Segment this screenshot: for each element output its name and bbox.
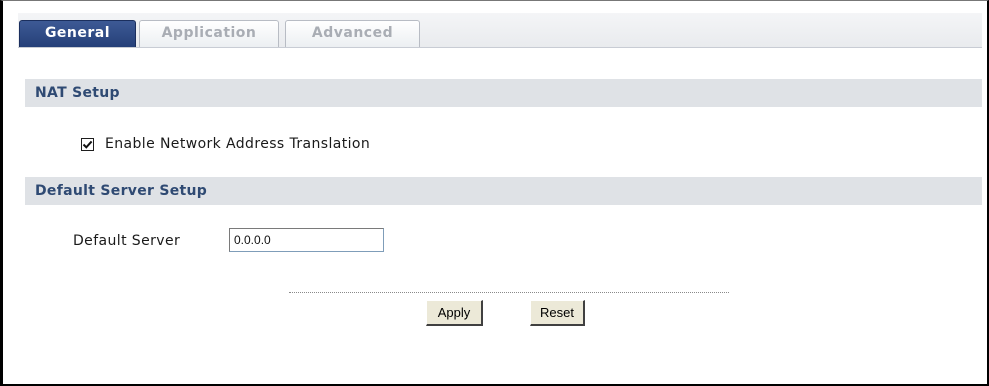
reset-button[interactable]: Reset: [530, 300, 585, 326]
apply-button[interactable]: Apply: [426, 300, 483, 326]
default-server-setup-header: Default Server Setup: [25, 177, 982, 205]
enable-nat-label: Enable Network Address Translation: [105, 136, 371, 152]
button-separator: [289, 292, 729, 293]
nat-setup-header: NAT Setup: [25, 79, 982, 107]
default-server-label: Default Server: [73, 233, 181, 249]
tab-general[interactable]: General: [19, 20, 136, 47]
enable-nat-row: Enable Network Address Translation: [81, 134, 370, 154]
tab-bar: General Application Advanced: [18, 13, 982, 48]
tab-advanced[interactable]: Advanced: [285, 20, 420, 47]
default-server-input[interactable]: [229, 228, 384, 252]
tab-application[interactable]: Application: [139, 20, 279, 47]
checkmark-icon: [82, 140, 93, 149]
nat-general-panel: General Application Advanced NAT Setup E…: [0, 0, 989, 386]
enable-nat-checkbox[interactable]: [81, 137, 94, 151]
